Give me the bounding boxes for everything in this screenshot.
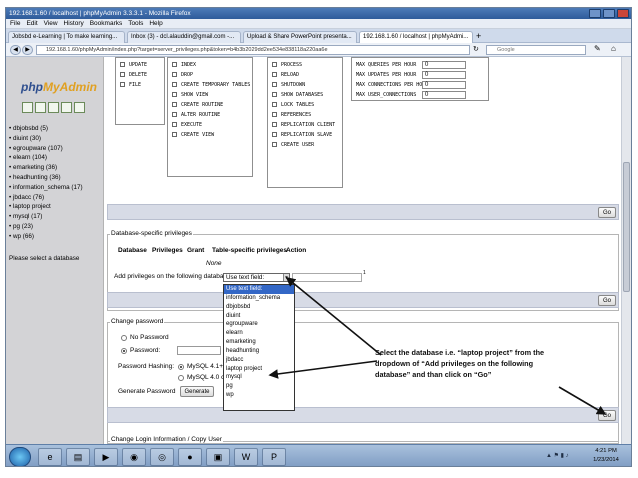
reload-icon[interactable] (74, 102, 85, 113)
database-link[interactable]: jbdacc (76) (9, 193, 83, 203)
start-button[interactable] (9, 447, 31, 466)
tab-phpmyadmin[interactable]: 192.168.1.60 / localhost | phpMyAdmi... (359, 31, 473, 43)
explorer-icon[interactable]: ▣ (206, 448, 230, 466)
docs-icon[interactable] (48, 102, 59, 113)
menu-edit[interactable]: Edit (26, 19, 37, 29)
ie-icon[interactable]: e (38, 448, 62, 466)
maximize-button[interactable] (603, 9, 615, 18)
powerpoint-icon[interactable]: P (262, 448, 286, 466)
tab-jobsbd[interactable]: Jobsbd e-Learning | To make learning... (8, 31, 125, 43)
search-input[interactable]: Google (486, 45, 586, 55)
windows-taskbar: e ▤ ▶ ◉ ◎ ● ▣ W P ▲ ⚑ ▮ ♪ 4:21 PM 1/23/2… (6, 444, 631, 466)
database-link[interactable]: laptop project (9, 202, 83, 212)
navigation-bar: ◀ ▶ 192.168.1.60/phpMyAdmin/index.php?ta… (6, 43, 631, 57)
tab-label: Upload & Share PowerPoint presenta... (247, 34, 352, 40)
browser-window: 192.168.1.60 / localhost | phpMyAdmin 3.… (5, 7, 632, 467)
close-window-button[interactable] (617, 9, 629, 18)
database-link[interactable]: dbjobsbd (5) (9, 124, 83, 134)
menu-file[interactable]: File (10, 19, 20, 29)
title-bar: 192.168.1.60 / localhost | phpMyAdmin 3.… (6, 8, 631, 19)
menu-history[interactable]: History (64, 19, 84, 29)
arrow-to-laptop-project (268, 360, 378, 379)
tab-bar: Jobsbd e-Learning | To make learning... … (6, 29, 631, 43)
tab-label: Jobsbd e-Learning | To make learning... (12, 34, 118, 40)
home-icon[interactable]: ⌂ (611, 44, 616, 53)
phpmyadmin-sidebar: phpMyAdmin dbjobsbd (5) diuint (30) egro… (6, 57, 104, 444)
database-link[interactable]: elearn (104) (9, 153, 83, 163)
media-player-icon[interactable]: ▶ (94, 448, 118, 466)
tab-label: 192.168.1.60 / localhost | phpMyAdmi... (363, 34, 469, 40)
app-icon[interactable]: ◉ (122, 448, 146, 466)
sidebar-note: Please select a database (9, 255, 80, 262)
window-title: 192.168.1.60 / localhost | phpMyAdmin 3.… (9, 10, 191, 17)
minimize-button[interactable] (589, 9, 601, 18)
database-link[interactable]: emarketing (36) (9, 163, 83, 173)
scrollbar-thumb[interactable] (623, 162, 630, 292)
system-tray-icons[interactable]: ▲ ⚑ ▮ ♪ (546, 452, 569, 459)
page-scrollbar[interactable] (621, 57, 631, 444)
firefox-icon[interactable]: ● (178, 448, 202, 466)
word-icon[interactable]: W (234, 448, 258, 466)
reload-icon[interactable]: ↻ (473, 45, 479, 53)
arrow-to-go-button (558, 386, 607, 415)
chrome-icon[interactable]: ◎ (150, 448, 174, 466)
clock-time: 4:21 PM (595, 448, 617, 454)
menu-view[interactable]: View (44, 19, 58, 29)
database-link[interactable]: headhunting (36) (9, 173, 83, 183)
new-tab-button[interactable]: + (476, 31, 481, 42)
database-link[interactable]: mysql (17) (9, 212, 83, 222)
phpmyadmin-logo: phpMyAdmin (21, 80, 97, 94)
database-link[interactable]: information_schema (17) (9, 183, 83, 193)
home-icon[interactable] (22, 102, 33, 113)
system-clock[interactable]: 4:21 PM 1/23/2014 (584, 447, 628, 465)
back-arrow-icon[interactable]: ◀ (10, 45, 21, 55)
menu-bookmarks[interactable]: Bookmarks (90, 19, 123, 29)
database-link[interactable]: wp (66) (9, 232, 83, 242)
database-link[interactable]: diuint (30) (9, 134, 83, 144)
forward-arrow-icon[interactable]: ▶ (22, 45, 33, 55)
arrow-to-select (285, 276, 382, 356)
database-link[interactable]: egroupware (107) (9, 144, 83, 154)
menu-bar: File Edit View History Bookmarks Tools H… (6, 19, 631, 29)
folder-icon[interactable]: ▤ (66, 448, 90, 466)
bookmarks-icon[interactable]: ✎ (594, 44, 601, 53)
menu-tools[interactable]: Tools (128, 19, 143, 29)
tab-label: Inbox (3) - dcl.alauddin@gmail.com -... (131, 34, 235, 40)
sql-docs-icon[interactable] (61, 102, 72, 113)
sql-query-icon[interactable] (35, 102, 46, 113)
database-link[interactable]: pg (23) (9, 222, 83, 232)
menu-help[interactable]: Help (149, 19, 162, 29)
main-content: UPDATE DELETE FILE INDEX DROP CREATE TEM… (105, 57, 621, 451)
tab-slideshare[interactable]: Upload & Share PowerPoint presenta... (243, 31, 357, 43)
url-bar[interactable]: 192.168.1.60/phpMyAdmin/index.php?target… (36, 45, 470, 55)
database-list: dbjobsbd (5) diuint (30) egroupware (107… (9, 124, 83, 242)
callout-arrows (268, 276, 607, 415)
clock-date: 1/23/2014 (593, 457, 619, 463)
tab-gmail[interactable]: Inbox (3) - dcl.alauddin@gmail.com -... (127, 31, 241, 43)
